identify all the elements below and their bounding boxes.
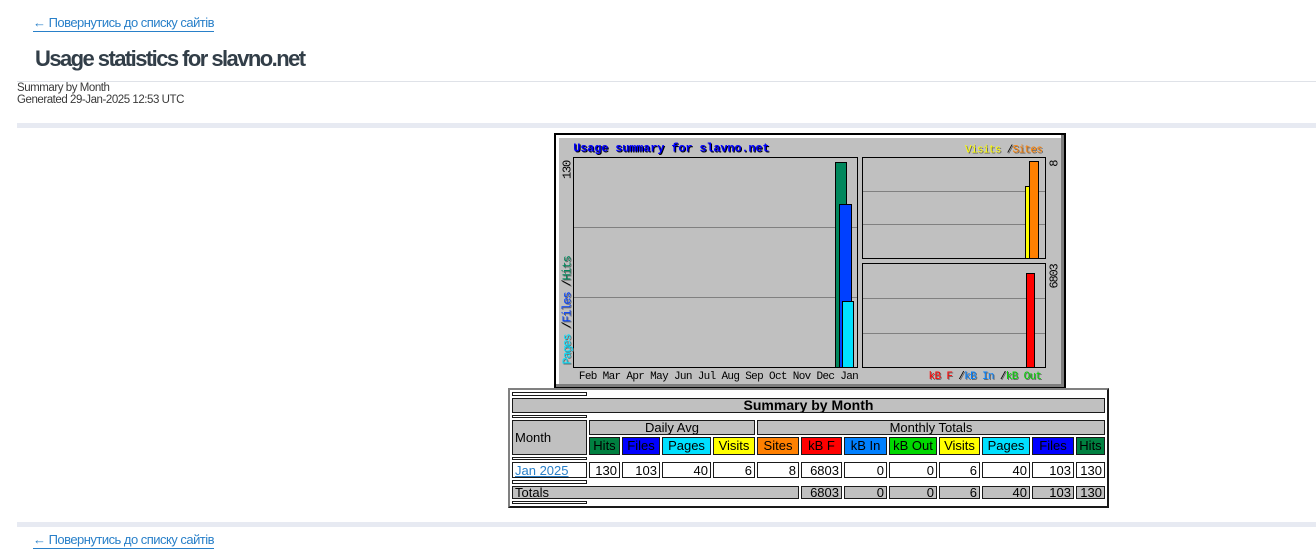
svg-text:kB F /kB In /kB Out: kB F /kB In /kB Out xyxy=(929,371,1042,383)
svg-text:Feb Mar Apr May Jun Jul Aug Se: Feb Mar Apr May Jun Jul Aug Sep Oct Nov … xyxy=(579,371,858,383)
svg-text:8: 8 xyxy=(1048,160,1062,167)
svg-text:Pages /Files /Hits: Pages /Files /Hits xyxy=(561,255,575,364)
svg-text:6803: 6803 xyxy=(1048,263,1062,288)
svg-text:130: 130 xyxy=(561,160,575,179)
svg-text:Visits /Sites: Visits /Sites xyxy=(965,144,1042,156)
svg-text:Usage summary for slavno.net: Usage summary for slavno.net xyxy=(573,141,769,155)
